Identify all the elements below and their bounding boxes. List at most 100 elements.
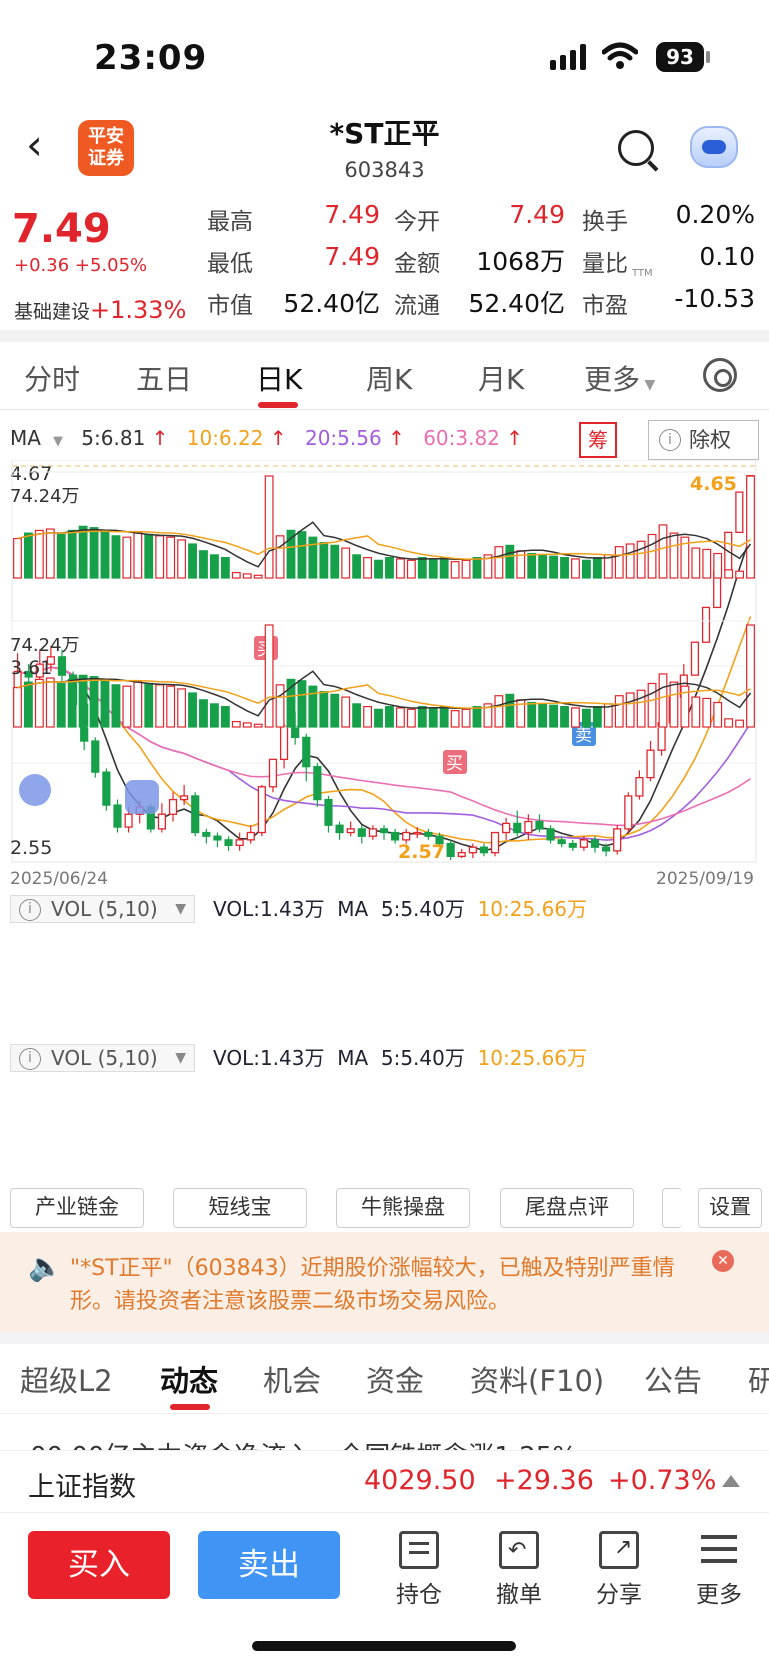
volume-bar	[308, 536, 318, 579]
volume-bar	[417, 706, 427, 728]
quote-value: -10.53	[674, 284, 755, 313]
volume-bar	[647, 682, 657, 728]
document-icon	[399, 1531, 439, 1569]
candle	[502, 822, 511, 834]
vol-indicator-select[interactable]: i VOL (5,10) ▼	[10, 895, 195, 923]
volume-bar	[264, 475, 274, 579]
active-tab-indicator	[170, 1404, 210, 1410]
tab-more[interactable]: 更多 ▼	[584, 358, 655, 398]
chip-distribution-button[interactable]: 筹	[579, 422, 617, 458]
index-pct: +0.73%	[608, 1465, 717, 1496]
volume-bar	[625, 543, 635, 579]
volume-bar	[155, 535, 165, 579]
more-button[interactable]: 更多	[679, 1531, 759, 1609]
up-arrow-icon: ↑	[506, 426, 524, 450]
volume-bar	[494, 546, 504, 579]
signal-icon	[550, 44, 586, 70]
tool-settings[interactable]: 设置	[698, 1188, 762, 1228]
volume-bar	[209, 554, 219, 579]
volume-bar	[45, 677, 55, 728]
candle	[424, 831, 433, 837]
volume-bar	[177, 539, 187, 579]
candle	[313, 766, 322, 801]
tab-opportunity[interactable]: 机会	[263, 1358, 321, 1400]
robot-assistant-icon[interactable]	[690, 126, 738, 168]
volume-bar	[199, 699, 208, 728]
tool-bull-bear[interactable]: 牛熊操盘	[336, 1188, 470, 1228]
up-arrow-icon: ↑	[151, 426, 169, 450]
buy-button[interactable]: 买入	[28, 1531, 170, 1599]
date-end: 2025/09/19	[656, 869, 754, 889]
index-ticker[interactable]: 上证指数 4029.50 +29.36 +0.73%	[0, 1450, 769, 1512]
volume-bar	[144, 533, 154, 579]
volume-bar	[67, 529, 77, 579]
status-time: 23:09	[94, 38, 208, 78]
cancel-order-button[interactable]: ↶ 撤单	[479, 1531, 559, 1609]
tool-industry-chain[interactable]: 产业链金	[10, 1188, 144, 1228]
candle	[324, 798, 333, 826]
vol-ma-label: MA	[337, 1046, 369, 1070]
expand-up-icon[interactable]	[722, 1475, 740, 1487]
nav-bar: ‹ 平安 证券 *ST正平 603843	[0, 110, 769, 190]
candle	[57, 656, 67, 676]
tool-short-term[interactable]: 短线宝	[173, 1188, 307, 1228]
tab-funds[interactable]: 资金	[366, 1358, 424, 1400]
sector-info[interactable]: 基础建设+1.33%	[14, 296, 186, 324]
tab-news[interactable]: 动态	[160, 1358, 218, 1400]
news-item-peek[interactable]: 00.00亿主力资金净流入，全国铁概念涨1.25%	[30, 1436, 740, 1450]
quote-value: 52.40亿	[468, 289, 565, 318]
tab-weekly-k[interactable]: 周K	[366, 358, 412, 398]
candle	[513, 822, 522, 834]
holdings-button[interactable]: 持仓	[379, 1531, 459, 1609]
candle	[335, 824, 344, 834]
volume-bar	[713, 552, 723, 579]
tab-announcement[interactable]: 公告	[644, 1358, 702, 1400]
tab-minute[interactable]: 分时	[24, 358, 80, 398]
share-label: 分享	[596, 1582, 642, 1608]
cancel-order-label: 撤单	[496, 1582, 542, 1608]
tool-closing-review[interactable]: 尾盘点评	[500, 1188, 634, 1228]
candle	[624, 795, 633, 830]
volume-bar	[691, 696, 701, 728]
share-button[interactable]: ↗ 分享	[579, 1531, 659, 1609]
sell-button[interactable]: 卖出	[198, 1531, 340, 1599]
volume-bar	[428, 707, 438, 728]
volume-bar	[374, 708, 383, 728]
date-start: 2025/06/24	[10, 869, 108, 889]
index-value: 4029.50	[364, 1465, 476, 1496]
volume-bar	[100, 531, 110, 579]
volume-bar	[45, 528, 55, 579]
volume-bar	[505, 693, 515, 728]
candle	[224, 839, 233, 847]
tab-monthly-k[interactable]: 月K	[478, 358, 524, 398]
price-change: +0.36 +5.05%	[14, 255, 148, 276]
quote-label: 量比	[582, 251, 628, 277]
trade-actions: 买入 卖出 持仓 ↶ 撤单 ↗ 分享 更多	[0, 1512, 769, 1665]
search-icon[interactable]	[618, 130, 654, 166]
ex-rights-button[interactable]: i 除权	[648, 420, 759, 460]
buy-signal-label: 买	[446, 754, 463, 774]
ma5-value: 5:6.81 ↑	[81, 426, 168, 450]
close-icon[interactable]: ✕	[712, 1250, 734, 1272]
candle	[102, 771, 111, 806]
volume-bar	[461, 559, 471, 579]
quote-label: 换手	[582, 209, 628, 235]
candle	[601, 846, 611, 852]
tab-f10[interactable]: 资料(F10)	[470, 1358, 604, 1400]
gear-icon[interactable]	[703, 358, 737, 392]
tab-five-day[interactable]: 五日	[136, 358, 192, 398]
volume-bar	[363, 556, 373, 579]
candle	[157, 813, 167, 830]
volume-bar	[122, 536, 132, 579]
tab-super-l2[interactable]: 超级L2	[20, 1358, 113, 1400]
candle	[557, 839, 566, 845]
volume-bar	[188, 692, 197, 728]
volume-bar	[100, 680, 110, 728]
tool-hidden[interactable]	[662, 1188, 682, 1228]
volume-bar	[494, 695, 504, 728]
ma-legend[interactable]: MA ▼ 5:6.81 ↑ 10:6.22 ↑ 20:5.56 ↑ 60:3.82…	[10, 426, 535, 456]
tab-daily-k[interactable]: 日K	[256, 358, 302, 398]
tab-research[interactable]: 研	[748, 1358, 769, 1400]
vol-indicator-select[interactable]: i VOL (5,10) ▼	[10, 1044, 195, 1072]
volume-bar	[374, 559, 383, 579]
